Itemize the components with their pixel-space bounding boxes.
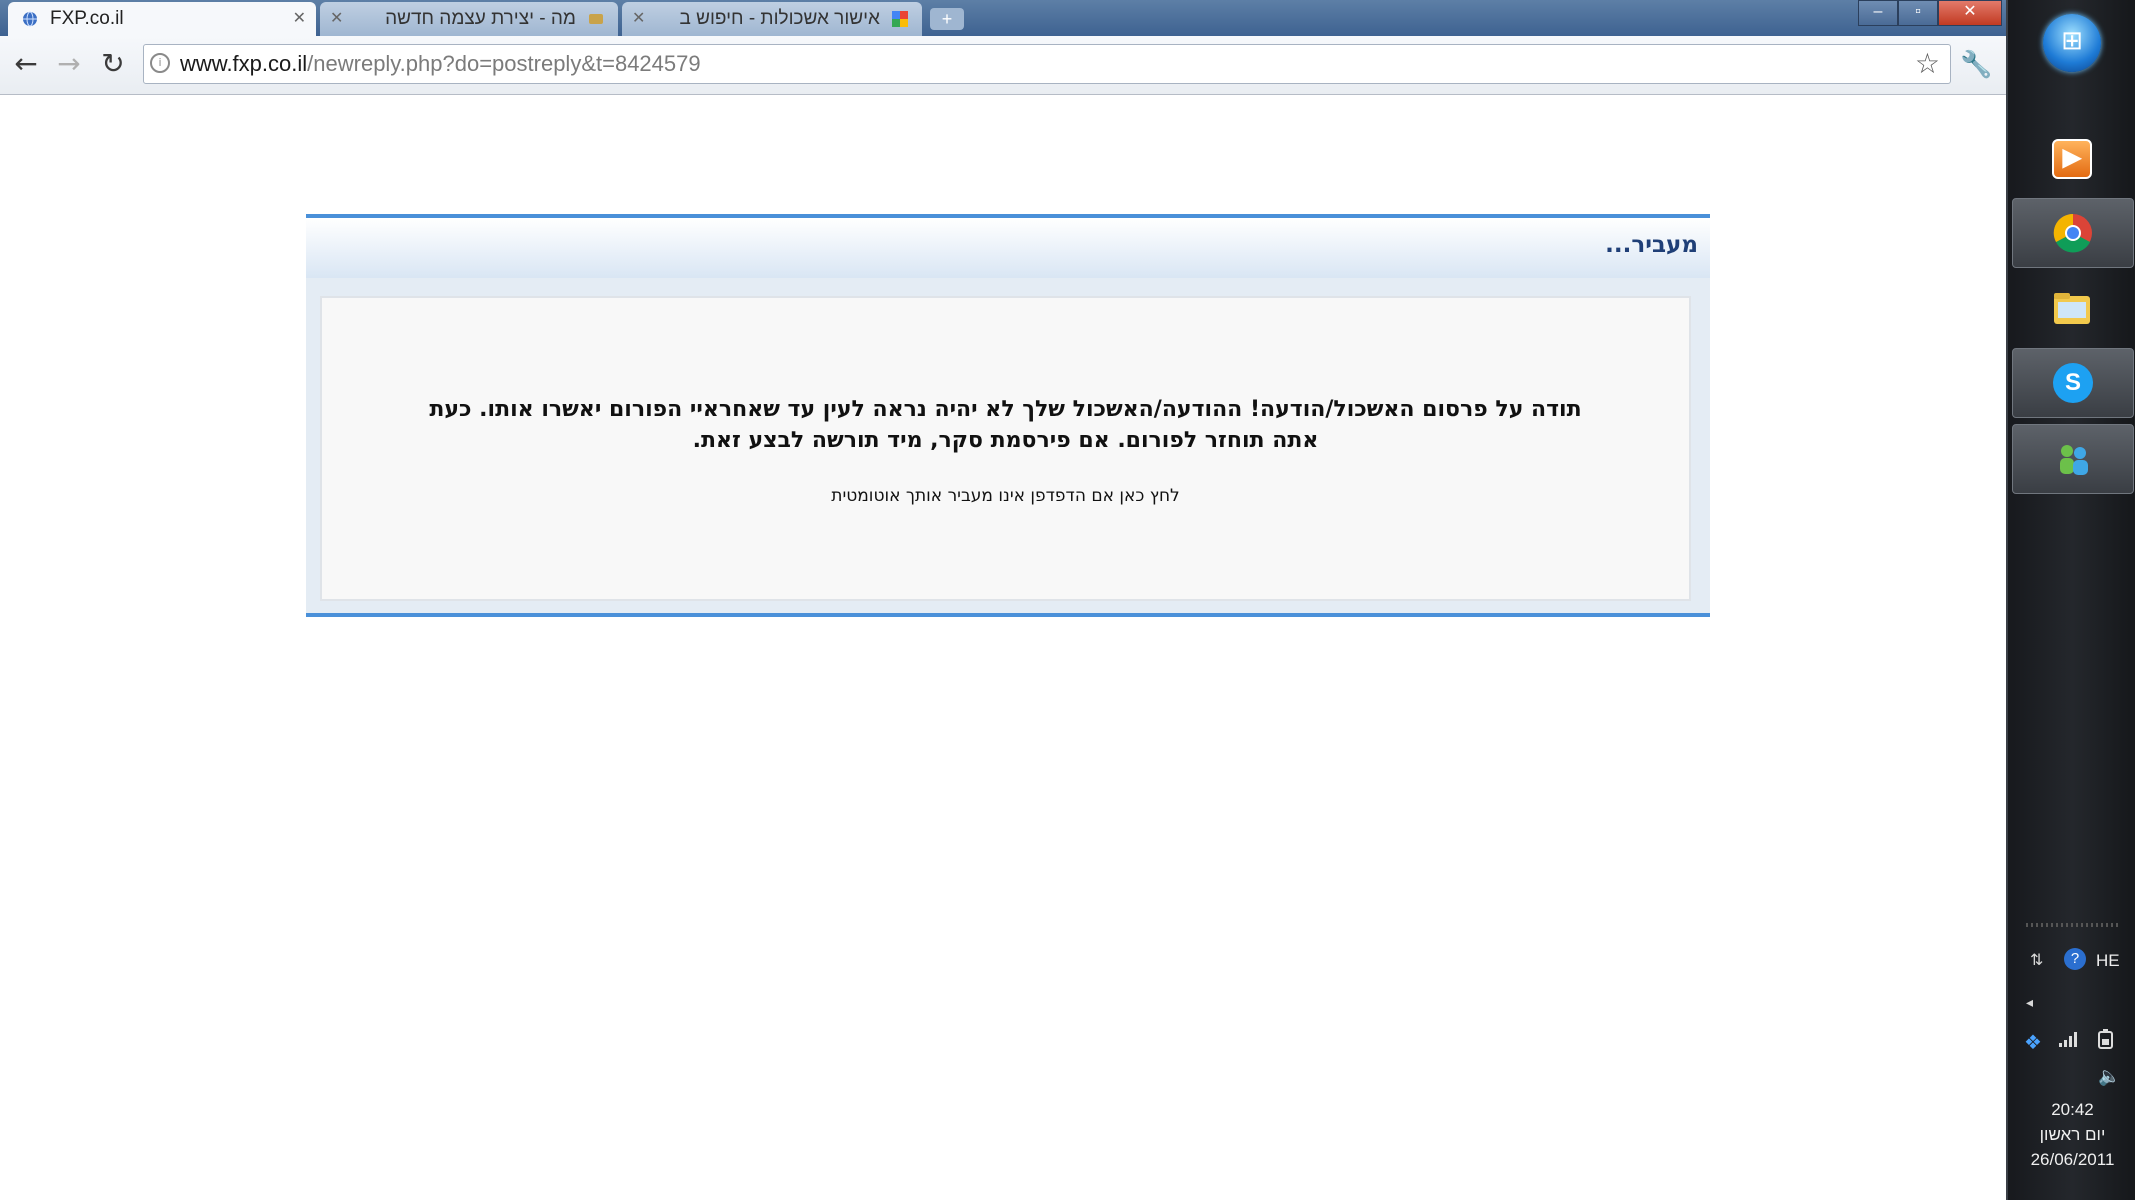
- dropbox-icon[interactable]: ❖: [2024, 1030, 2042, 1055]
- manual-redirect-link[interactable]: לחץ כאן אם הדפדפן אינו מעביר אותך אוטומט…: [322, 486, 1689, 506]
- tray-divider: [2026, 923, 2120, 927]
- close-tab-icon[interactable]: ✕: [330, 2, 343, 36]
- thank-you-message: תודה על פרסום האשכול/הודעה! ההודעה/האשכו…: [429, 397, 1582, 453]
- skype-icon: S: [2053, 363, 2093, 403]
- redirect-panel: מעביר... תודה על פרסום האשכול/הודעה! ההו…: [306, 214, 1710, 617]
- page-info-icon[interactable]: i: [150, 53, 170, 73]
- windows-taskbar: ⊞ ▶ S ⇅ ? HE ◂ ❖ 🔈 20:42 יום ראשון 26/06…: [2006, 0, 2135, 1200]
- taskbar-messenger[interactable]: [2012, 424, 2134, 494]
- bookmark-star-icon[interactable]: ☆: [1915, 47, 1940, 81]
- language-indicator[interactable]: HE: [2096, 951, 2120, 971]
- battery-icon[interactable]: [2096, 1028, 2116, 1050]
- url-text[interactable]: www.fxp.co.il/newreply.php?do=postreply&…: [180, 45, 701, 83]
- redirect-panel-header: מעביר...: [306, 218, 1710, 278]
- tab-title: אישור אשכולות - חיפוש ב: [679, 8, 880, 29]
- taskbar-explorer[interactable]: [2012, 274, 2132, 342]
- redirect-panel-body: תודה על פרסום האשכול/הודעה! ההודעה/האשכו…: [320, 296, 1691, 601]
- show-hidden-icons-arrow[interactable]: ◂: [2026, 994, 2033, 1011]
- start-button[interactable]: ⊞: [2043, 14, 2101, 72]
- media-player-icon: ▶: [2052, 139, 2092, 179]
- tab-title: FXP.co.il: [50, 8, 124, 29]
- browser-toolbar: ← → ↻ i www.fxp.co.il/newreply.php?do=po…: [0, 36, 2006, 95]
- address-bar[interactable]: i www.fxp.co.il/newreply.php?do=postrepl…: [143, 44, 1951, 84]
- url-path: /newreply.php?do=postreply&t=8424579: [307, 51, 701, 76]
- globe-icon: [23, 11, 37, 27]
- minimize-button[interactable]: –: [1858, 0, 1898, 26]
- reload-button[interactable]: ↻: [96, 48, 130, 82]
- signal-strength-icon[interactable]: [2058, 1030, 2080, 1048]
- maximize-button[interactable]: ▫: [1898, 0, 1938, 26]
- folder-icon: [2054, 293, 2090, 324]
- url-host: www.fxp.co.il: [180, 51, 308, 76]
- tab-strip: FXP.co.il ✕ מה - יצירת עצמה חדשה ✕ אישור…: [0, 0, 2006, 36]
- windows-logo-icon: ⊞: [2061, 26, 2083, 56]
- page-icon: [589, 14, 603, 24]
- tab-create-new[interactable]: מה - יצירת עצמה חדשה ✕: [320, 2, 618, 36]
- network-activity-icon[interactable]: ⇅: [2030, 950, 2043, 970]
- clock-time[interactable]: 20:42: [2008, 1100, 2135, 1120]
- close-window-button[interactable]: ✕: [1938, 0, 2002, 26]
- back-button[interactable]: ←: [9, 48, 43, 82]
- tab-title: מה - יצירת עצמה חדשה: [385, 8, 576, 29]
- window-controls: – ▫ ✕: [1858, 0, 2002, 26]
- page-viewport: מעביר... תודה על פרסום האשכול/הודעה! ההו…: [0, 95, 2006, 1200]
- forward-button[interactable]: →: [52, 48, 86, 82]
- clock-date[interactable]: 26/06/2011: [2008, 1150, 2135, 1170]
- new-tab-button[interactable]: +: [930, 8, 964, 30]
- taskbar-media-player[interactable]: ▶: [2012, 125, 2132, 193]
- taskbar-chrome[interactable]: [2012, 198, 2134, 268]
- close-tab-icon[interactable]: ✕: [632, 2, 645, 36]
- google-icon: [892, 11, 908, 27]
- tab-search[interactable]: אישור אשכולות - חיפוש ב ✕: [622, 2, 922, 36]
- wrench-menu-icon[interactable]: 🔧: [1960, 50, 1992, 80]
- chrome-icon: [2053, 213, 2092, 253]
- redirect-title: מעביר...: [1605, 232, 1698, 258]
- close-tab-icon[interactable]: ✕: [293, 2, 306, 36]
- volume-icon[interactable]: 🔈: [2098, 1066, 2120, 1087]
- taskbar-skype[interactable]: S: [2012, 348, 2134, 418]
- tab-fxp[interactable]: FXP.co.il ✕: [8, 2, 316, 36]
- messenger-icon: [2060, 445, 2088, 475]
- clock-day[interactable]: יום ראשון: [2008, 1125, 2135, 1145]
- help-icon[interactable]: ?: [2064, 948, 2086, 970]
